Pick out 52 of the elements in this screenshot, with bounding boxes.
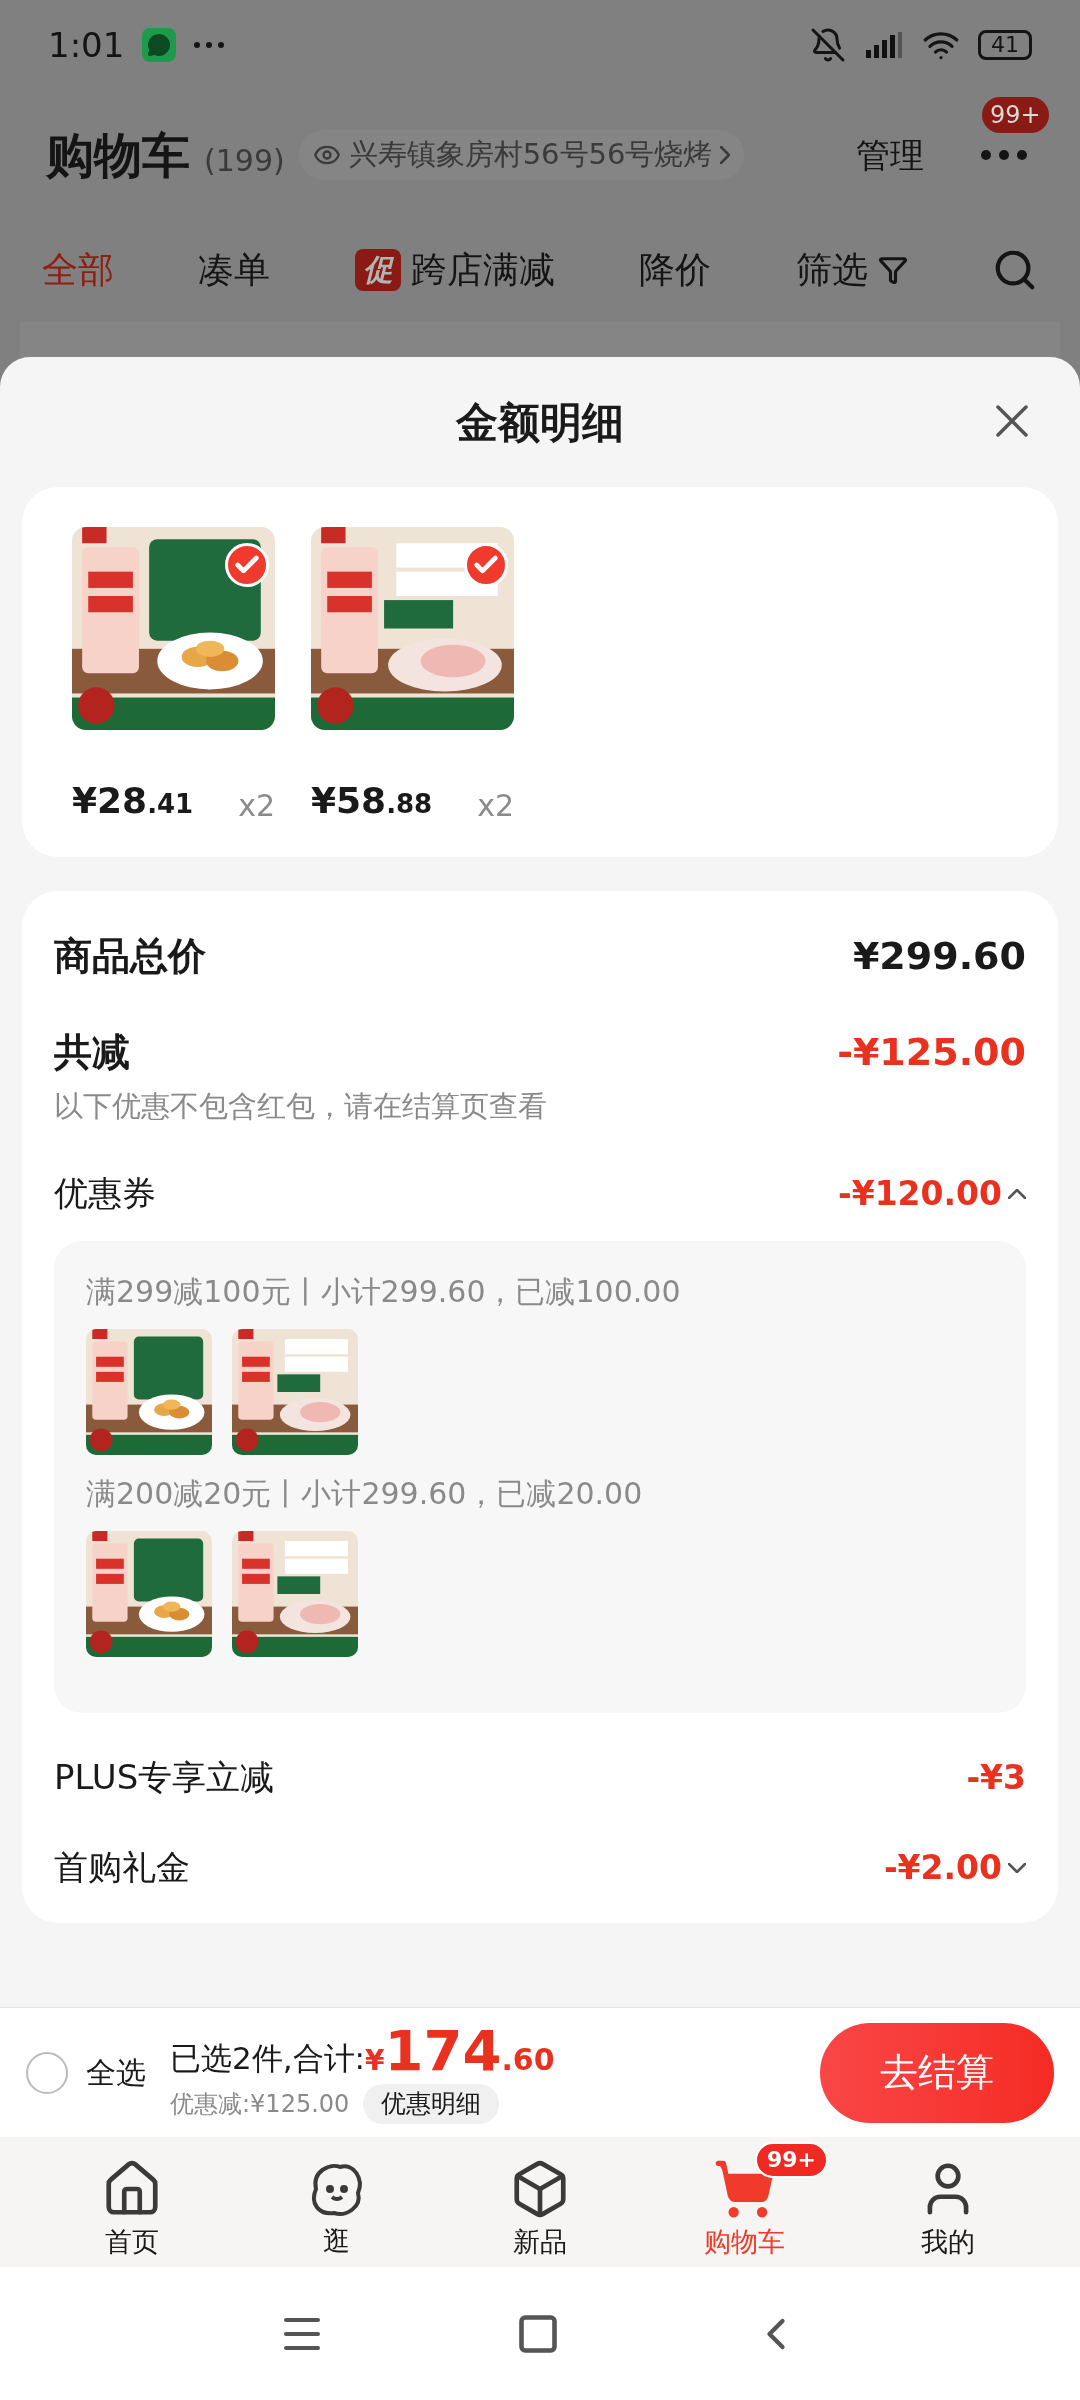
total-amount: ¥174.60 [365, 2021, 555, 2082]
reduction-note: 以下优惠不包含红包，请在结算页查看 [54, 1088, 548, 1125]
chat-app-icon [142, 28, 177, 62]
filter-tab[interactable]: 降价 [639, 243, 712, 297]
muted-bell-icon [810, 27, 846, 63]
coupon-rule: 满299减100元丨小计299.60，已减100.00 [86, 1272, 682, 1311]
coupon-rule: 满200减20元丨小计299.60，已减20.00 [86, 1474, 644, 1513]
total-label: 商品总价 [54, 932, 206, 980]
discount-label: 首购礼金 [54, 1846, 190, 1889]
address-chip[interactable]: 兴寿镇象房村56号56号烧烤 [298, 130, 745, 180]
tab-bar-item[interactable]: 新品 [455, 2141, 625, 2263]
tab-bar-item[interactable]: 购物车 99+ [659, 2141, 829, 2263]
filter-tab[interactable]: 凑单 [198, 243, 271, 297]
product-quantity: x2 [238, 787, 275, 825]
cart-count: (199) [204, 141, 285, 180]
cart-badge: 99+ [755, 2141, 829, 2178]
product-quantity: x2 [477, 787, 514, 825]
discount-dropdown[interactable]: -¥2.00 [883, 1842, 1026, 1893]
clock: 1:01 [48, 23, 125, 67]
discount-detail-button[interactable]: 优惠明细 [363, 2083, 500, 2124]
filter-icon [877, 255, 908, 285]
total-value: ¥299.60 [852, 932, 1026, 980]
coupon-label: 优惠券 [54, 1172, 156, 1215]
more-icon [194, 42, 225, 48]
page-title: 购物车 [46, 126, 190, 185]
product-price: ¥28.41 [72, 779, 194, 823]
battery-indicator: 41 [978, 30, 1032, 60]
filter-tab[interactable]: 促 跨店满减 [354, 243, 555, 297]
chevron-right-icon [720, 146, 731, 164]
more-icon[interactable] [981, 150, 1027, 160]
tab-bar-item[interactable]: 首页 [47, 2141, 217, 2263]
checkout-button[interactable]: 去结算 [820, 2022, 1054, 2123]
discount-label: PLUS专享立减 [54, 1756, 275, 1799]
select-all-label[interactable]: 全选 [86, 2050, 146, 2095]
manage-link[interactable]: 管理 [856, 129, 924, 181]
reduction-label: 共减 [54, 1028, 130, 1076]
discount-summary: 优惠减:¥125.00 [170, 2088, 350, 2120]
discount-value: -¥3 [966, 1756, 1026, 1799]
signal-icon [864, 30, 904, 60]
selection-summary: 已选2件,合计: [170, 2039, 366, 2078]
tab-bar-item[interactable]: 逛 [251, 2142, 421, 2262]
notification-badge: 99+ [982, 97, 1049, 133]
sheet-title: 金额明细 [456, 396, 624, 449]
coupon-toggle[interactable]: -¥120.00 [838, 1168, 1026, 1219]
tab-bar-item[interactable]: 我的 [863, 2141, 1033, 2263]
product-price: ¥58.88 [311, 779, 433, 823]
select-all-checkbox[interactable] [26, 2051, 68, 2094]
promo-badge: 促 [354, 249, 401, 291]
chevron-down-icon [1008, 1862, 1026, 1873]
reduction-value: -¥125.00 [837, 1028, 1026, 1076]
chevron-up-icon [1008, 1188, 1026, 1199]
filter-tab[interactable]: 筛选 [795, 243, 908, 297]
